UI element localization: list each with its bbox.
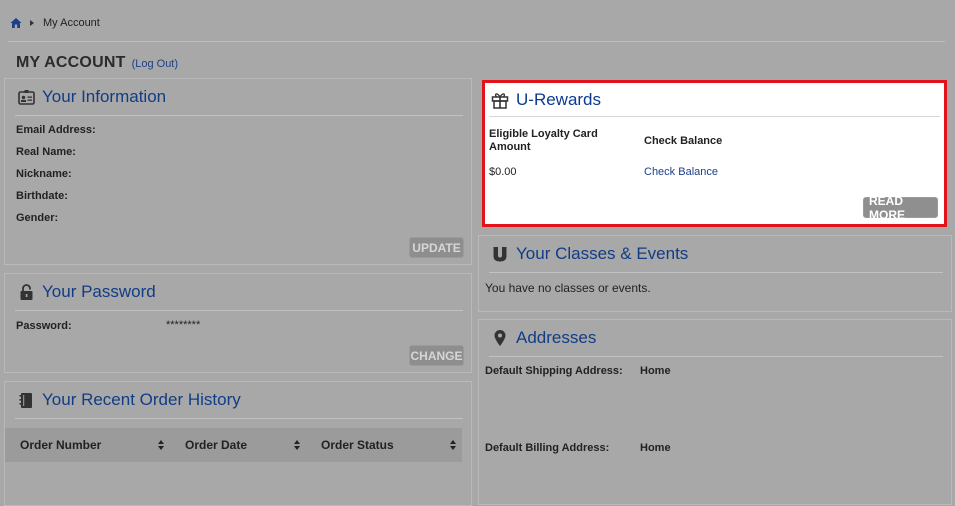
- loyalty-amount-value: $0.00: [489, 166, 517, 178]
- password-value: ********: [166, 319, 201, 331]
- notebook-icon: [17, 391, 35, 409]
- panel-header: Your Classes & Events: [489, 236, 943, 273]
- real-name-label: Real Name:: [16, 146, 76, 158]
- change-button[interactable]: CHANGE: [409, 345, 464, 366]
- panel-header: Your Password: [15, 274, 463, 311]
- gift-icon: [491, 91, 509, 109]
- email-label: Email Address:: [16, 124, 96, 136]
- classes-empty-message: You have no classes or events.: [485, 281, 651, 295]
- sort-icon[interactable]: [158, 440, 165, 450]
- panel-header: U-Rewards: [489, 83, 940, 117]
- title-row: MY ACCOUNT (Log Out): [16, 54, 178, 72]
- logout-link[interactable]: (Log Out): [132, 58, 178, 70]
- billing-address-label: Default Billing Address:: [485, 442, 610, 454]
- update-button[interactable]: UPDATE: [409, 237, 464, 258]
- shipping-address-value: Home: [640, 365, 671, 377]
- loyalty-amount-header: Eligible Loyalty Card Amount: [489, 128, 598, 153]
- sort-icon[interactable]: [450, 440, 457, 450]
- panel-header: Addresses: [489, 320, 943, 357]
- breadcrumb: My Account: [10, 15, 100, 31]
- panel-title: Your Recent Order History: [42, 390, 241, 409]
- u-rewards-panel: U-Rewards Eligible Loyalty Card Amount C…: [482, 80, 947, 227]
- map-pin-icon: [491, 329, 509, 347]
- divider: [8, 41, 945, 42]
- your-password-panel: Your Password Password: ******** CHANGE: [4, 273, 472, 373]
- birthdate-label: Birthdate:: [16, 190, 68, 202]
- read-more-button[interactable]: READ MORE: [863, 194, 938, 222]
- order-table-header: Order Number Order Date Order Status: [5, 428, 462, 462]
- check-balance-header: Check Balance: [644, 135, 723, 147]
- nickname-label: Nickname:: [16, 168, 72, 180]
- column-order-number[interactable]: Order Number: [20, 428, 101, 462]
- breadcrumb-current: My Account: [43, 17, 100, 29]
- billing-address-value: Home: [640, 442, 671, 454]
- sort-icon[interactable]: [294, 440, 301, 450]
- addresses-panel: Addresses Default Shipping Address: Home…: [478, 319, 952, 505]
- column-order-status[interactable]: Order Status: [321, 428, 394, 462]
- classes-events-panel: Your Classes & Events You have no classe…: [478, 235, 952, 312]
- password-label: Password:: [16, 320, 72, 332]
- your-information-panel: Your Information Email Address: Real Nam…: [4, 78, 472, 265]
- panel-title: Your Information: [42, 87, 167, 106]
- home-icon[interactable]: [10, 17, 22, 29]
- panel-title: Addresses: [516, 328, 597, 347]
- gender-label: Gender:: [16, 212, 59, 224]
- shipping-address-label: Default Shipping Address:: [485, 365, 623, 377]
- panel-header: Your Recent Order History: [15, 382, 463, 419]
- check-balance-link[interactable]: Check Balance: [644, 166, 718, 178]
- page-title: MY ACCOUNT: [16, 54, 126, 71]
- panel-header: Your Information: [15, 79, 463, 116]
- lock-icon: [17, 283, 35, 301]
- panel-title: U-Rewards: [516, 89, 602, 109]
- panel-title: Your Classes & Events: [516, 244, 689, 263]
- id-card-icon: [17, 88, 35, 106]
- panel-title: Your Password: [42, 282, 156, 301]
- u-logo-icon: [491, 245, 509, 263]
- breadcrumb-separator-icon: [30, 20, 34, 26]
- column-order-date[interactable]: Order Date: [185, 428, 247, 462]
